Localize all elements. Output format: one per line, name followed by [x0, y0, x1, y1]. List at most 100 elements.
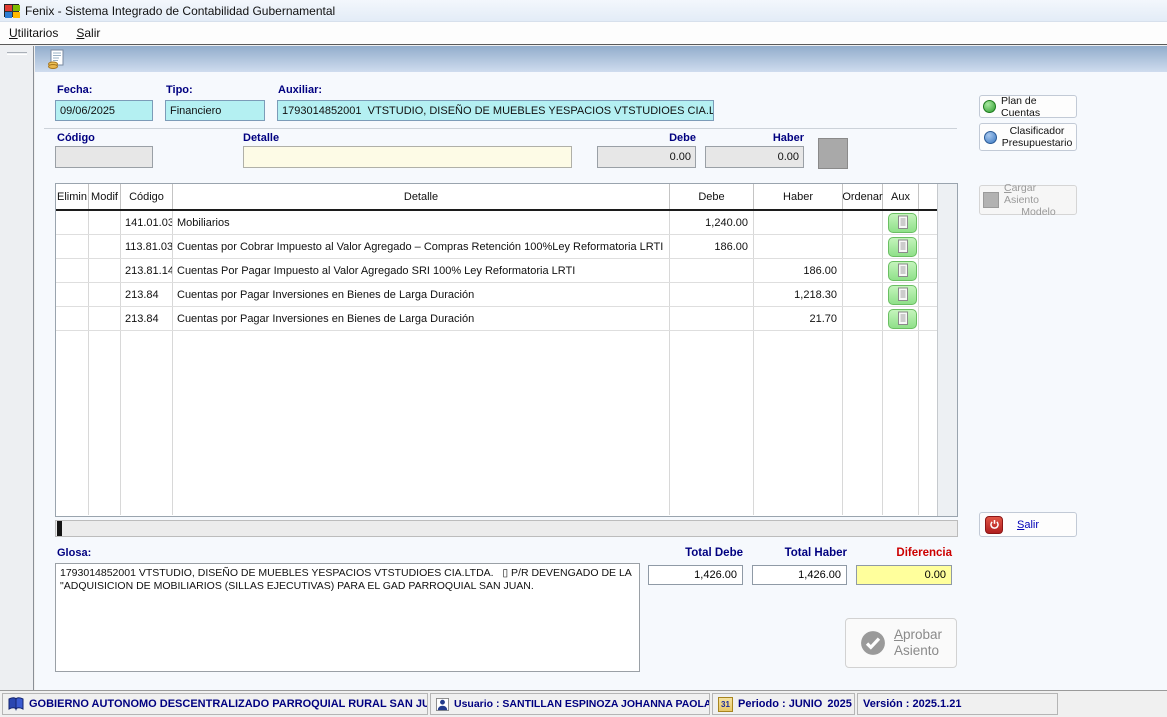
- cell-codigo: 141.01.03: [121, 211, 173, 234]
- cell-codigo: 113.81.03: [121, 235, 173, 258]
- aux-document-button[interactable]: [888, 309, 917, 329]
- cell-detalle: Cuentas por Cobrar Impuesto al Valor Agr…: [173, 235, 670, 258]
- aux-document-button[interactable]: [888, 285, 917, 305]
- cell-codigo: 213.81.14: [121, 259, 173, 282]
- cell-filler: [919, 235, 938, 258]
- table-row[interactable]: 113.81.03 Cuentas por Cobrar Impuesto al…: [56, 235, 957, 259]
- add-entry-button[interactable]: [818, 138, 848, 169]
- fecha-label: Fecha:: [57, 84, 92, 96]
- green-sphere-icon: [983, 100, 996, 113]
- aux-document-button[interactable]: [888, 237, 917, 257]
- cell-ordenar[interactable]: [843, 307, 883, 330]
- cell-detalle: Cuentas Por Pagar Impuesto al Valor Agre…: [173, 259, 670, 282]
- left-panel[interactable]: [0, 46, 34, 690]
- cell-elimin[interactable]: [56, 259, 89, 282]
- cell-codigo: 213.84: [121, 307, 173, 330]
- calendar-icon-label: 31: [721, 700, 730, 709]
- total-debe-label: Total Debe: [648, 547, 743, 559]
- header-codigo[interactable]: Código: [121, 184, 173, 209]
- gray-square-icon: [983, 192, 999, 208]
- app-window: Fenix - Sistema Integrado de Contabilida…: [0, 0, 1167, 717]
- table-row[interactable]: 213.81.14 Cuentas Por Pagar Impuesto al …: [56, 259, 957, 283]
- salir-button[interactable]: Salir: [979, 512, 1077, 537]
- scrollbar-thumb[interactable]: [57, 521, 62, 536]
- aux-document-button[interactable]: [888, 261, 917, 281]
- app-icon: [4, 4, 19, 17]
- report-document-icon[interactable]: [47, 49, 67, 70]
- status-periodo-text: Periodo : JUNIO: [738, 698, 822, 710]
- status-bar: GOBIERNO AUTONOMO DESCENTRALIZADO PARROQ…: [0, 690, 1167, 717]
- cell-haber: 21.70: [754, 307, 843, 330]
- status-entity-text: GOBIERNO AUTONOMO DESCENTRALIZADO PARROQ…: [29, 698, 428, 710]
- separator-line: [44, 128, 957, 129]
- user-icon: [436, 698, 449, 711]
- cell-debe: [670, 307, 754, 330]
- haber-label: Haber: [705, 132, 804, 144]
- fecha-field[interactable]: 09/06/2025: [55, 100, 153, 121]
- total-haber-field: 1,426.00: [752, 565, 847, 585]
- table-row[interactable]: 213.84 Cuentas por Pagar Inversiones en …: [56, 283, 957, 307]
- power-icon: [985, 516, 1003, 534]
- clasificador-presupuestario-button[interactable]: Clasificador Presupuestario: [979, 123, 1077, 151]
- table-row[interactable]: 141.01.03 Mobiliarios 1,240.00: [56, 211, 957, 235]
- cell-elimin[interactable]: [56, 211, 89, 234]
- codigo-input[interactable]: [55, 146, 153, 168]
- header-modif[interactable]: Modif: [89, 184, 121, 209]
- cell-debe: 1,240.00: [670, 211, 754, 234]
- toolbar: [35, 46, 1167, 72]
- entries-table: Elimin Modif Código Detalle Debe Haber O…: [55, 183, 958, 517]
- cell-modif[interactable]: [89, 259, 121, 282]
- glosa-textarea[interactable]: 1793014852001 VTSTUDIO, DISEÑO DE MUEBLE…: [55, 563, 640, 672]
- splitter-handle[interactable]: [7, 52, 27, 55]
- status-usuario-text: Usuario : SANTILLAN ESPINOZA JOHANNA PAO…: [454, 698, 710, 710]
- plan-de-cuentas-label: Plan de Cuentas: [1001, 95, 1073, 119]
- cell-ordenar[interactable]: [843, 211, 883, 234]
- cell-elimin[interactable]: [56, 283, 89, 306]
- check-circle-icon: [860, 630, 886, 656]
- aprobar-asiento-button[interactable]: Aprobar Asiento: [845, 618, 957, 668]
- haber-input[interactable]: 0.00: [705, 146, 804, 168]
- table-row[interactable]: 213.84 Cuentas por Pagar Inversiones en …: [56, 307, 957, 331]
- calendar-icon: 31: [718, 697, 733, 712]
- horizontal-scrollbar[interactable]: [55, 520, 958, 537]
- menu-utilitarios[interactable]: Utilitarios: [0, 23, 67, 43]
- title-bar: Fenix - Sistema Integrado de Contabilida…: [0, 0, 1167, 22]
- detalle-label: Detalle: [243, 132, 279, 144]
- cell-modif[interactable]: [89, 211, 121, 234]
- header-aux[interactable]: Aux: [883, 184, 919, 209]
- header-haber[interactable]: Haber: [754, 184, 843, 209]
- total-debe-field: 1,426.00: [648, 565, 743, 585]
- debe-input[interactable]: 0.00: [597, 146, 696, 168]
- header-filler: [919, 184, 938, 209]
- header-elimin[interactable]: Elimin: [56, 184, 89, 209]
- header-detalle[interactable]: Detalle: [173, 184, 670, 209]
- diferencia-label: Diferencia: [856, 547, 952, 559]
- book-icon: [8, 697, 24, 711]
- header-debe[interactable]: Debe: [670, 184, 754, 209]
- menu-salir[interactable]: Salir: [67, 23, 109, 43]
- header-ordenar[interactable]: Ordenar: [843, 184, 883, 209]
- cell-modif[interactable]: [89, 307, 121, 330]
- cell-detalle: Mobiliarios: [173, 211, 670, 234]
- aux-document-button[interactable]: [888, 213, 917, 233]
- menu-bar: Utilitarios Salir: [0, 22, 1167, 45]
- detalle-input[interactable]: [243, 146, 572, 168]
- cell-elimin[interactable]: [56, 307, 89, 330]
- cell-detalle: Cuentas por Pagar Inversiones en Bienes …: [173, 283, 670, 306]
- cell-ordenar[interactable]: [843, 283, 883, 306]
- cell-modif[interactable]: [89, 235, 121, 258]
- salir-label: Salir: [1017, 519, 1039, 531]
- cell-ordenar[interactable]: [843, 259, 883, 282]
- auxiliar-field[interactable]: 1793014852001 VTSTUDIO, DISEÑO DE MUEBLE…: [277, 100, 714, 121]
- tipo-field[interactable]: Financiero: [165, 100, 265, 121]
- cargar-asiento-modelo-button[interactable]: Cargar Asiento Modelo: [979, 185, 1077, 215]
- vertical-scrollbar[interactable]: [937, 184, 957, 516]
- plan-de-cuentas-button[interactable]: Plan de Cuentas: [979, 95, 1077, 118]
- status-usuario: Usuario : SANTILLAN ESPINOZA JOHANNA PAO…: [430, 693, 710, 715]
- cell-modif[interactable]: [89, 283, 121, 306]
- cell-ordenar[interactable]: [843, 235, 883, 258]
- cell-elimin[interactable]: [56, 235, 89, 258]
- cell-debe: 186.00: [670, 235, 754, 258]
- cell-filler: [919, 283, 938, 306]
- cell-codigo: 213.84: [121, 283, 173, 306]
